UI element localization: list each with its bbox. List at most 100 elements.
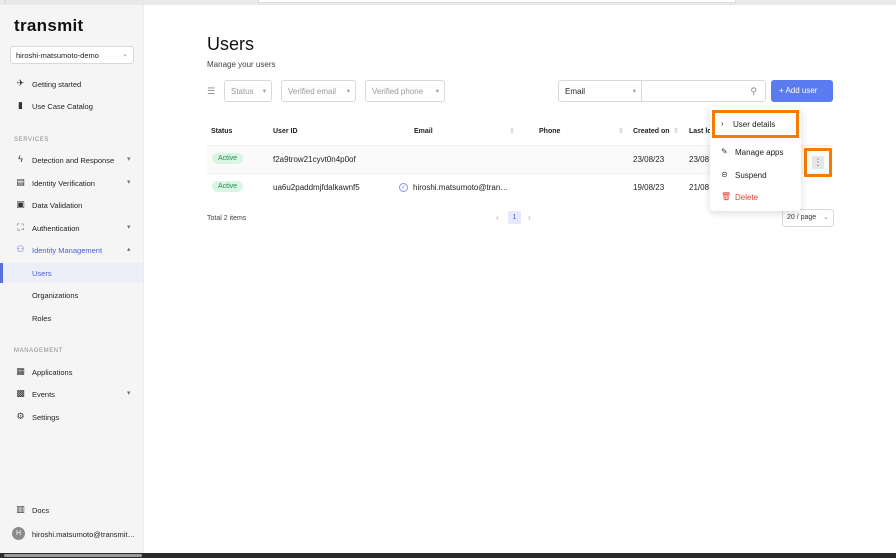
total-items: Total 2 items bbox=[207, 215, 247, 222]
chevron-down-icon: ⌄ bbox=[122, 51, 128, 58]
sidebar-item-identity-verification[interactable]: ▤ Identity Verification ▾ bbox=[0, 173, 143, 193]
sidebar-item-label: Detection and Response bbox=[32, 156, 115, 165]
window-bottom-bar bbox=[0, 553, 896, 558]
email-cell: hiroshi.matsumoto@tran… bbox=[413, 183, 509, 192]
pagination-page[interactable]: 1 bbox=[508, 211, 521, 224]
menu-item-delete[interactable]: 🗑 Delete bbox=[710, 186, 801, 208]
app-window: transmit hiroshi-matsumoto-demo ⌄ ✈ Gett… bbox=[0, 5, 896, 553]
page-subtitle: Manage your users bbox=[207, 60, 276, 69]
data-icon: ▣ bbox=[16, 199, 25, 209]
chevron-down-icon: ▾ bbox=[127, 390, 131, 397]
chevron-down-icon: ▾ bbox=[262, 88, 266, 95]
chevron-down-icon: ▾ bbox=[346, 88, 350, 95]
sort-icon[interactable]: ⇳ bbox=[618, 127, 624, 135]
sidebar-item-label: Events bbox=[32, 390, 55, 399]
sidebar-item-label: Roles bbox=[32, 314, 52, 323]
chevron-down-icon: ▾ bbox=[127, 179, 131, 186]
row-actions-highlight[interactable]: ⋮ bbox=[804, 148, 832, 177]
bolt-icon: ϟ bbox=[18, 154, 23, 164]
menu-item-user-details[interactable]: › User details bbox=[712, 110, 799, 138]
sidebar-item-label: Getting started bbox=[32, 80, 82, 89]
menu-item-suspend[interactable]: ⊝ Suspend bbox=[710, 164, 801, 186]
chevron-left-icon[interactable]: ‹ bbox=[496, 213, 499, 222]
id-card-icon: ▤ bbox=[16, 177, 25, 187]
user-email[interactable]: hiroshi.matsumoto@transmit… bbox=[32, 530, 137, 539]
chevron-up-icon: ▴ bbox=[127, 246, 131, 253]
sidebar-item-identity-management[interactable]: ⚇ Identity Management ▴ bbox=[0, 240, 143, 260]
page-size-label: 20 / page bbox=[787, 214, 817, 221]
search-icon[interactable]: ⚲ bbox=[750, 86, 757, 97]
chevron-right-icon[interactable]: › bbox=[528, 213, 531, 222]
settings-icon: ⚙ bbox=[16, 411, 25, 421]
search-input[interactable]: ⚲ bbox=[642, 80, 766, 102]
sidebar-item-settings[interactable]: ⚙ Settings bbox=[0, 407, 143, 427]
sidebar-item-getting-started[interactable]: ✈ Getting started bbox=[0, 74, 143, 94]
tenant-name: hiroshi-matsumoto-demo bbox=[16, 51, 99, 60]
column-header-last-login[interactable]: Last lo bbox=[689, 128, 712, 135]
menu-item-label: Manage apps bbox=[735, 148, 784, 157]
column-header-created-on[interactable]: Created on bbox=[633, 128, 670, 135]
status-filter-label: Status bbox=[231, 87, 254, 96]
last-login-cell: 23/08 bbox=[689, 155, 710, 164]
trash-icon: 🗑 bbox=[721, 192, 732, 201]
column-header-phone[interactable]: Phone bbox=[539, 128, 560, 135]
people-icon: ⚇ bbox=[16, 244, 25, 254]
add-user-button[interactable]: + Add user bbox=[771, 80, 833, 102]
row-actions-menu: › User details ✎ Manage apps ⊝ Suspend 🗑… bbox=[710, 107, 801, 211]
horizontal-scrollbar[interactable] bbox=[4, 554, 142, 557]
created-on-cell: 19/08/23 bbox=[633, 183, 665, 192]
sort-icon[interactable]: ⇳ bbox=[673, 127, 679, 135]
sidebar-item-events[interactable]: ▩ Events ▾ bbox=[0, 384, 143, 404]
menu-item-label: User details bbox=[733, 120, 776, 129]
sidebar: transmit hiroshi-matsumoto-demo ⌄ ✈ Gett… bbox=[0, 5, 144, 553]
sidebar-item-label: Settings bbox=[32, 413, 60, 422]
menu-item-label: Delete bbox=[735, 193, 759, 202]
sidebar-item-organizations[interactable]: Organizations bbox=[0, 285, 143, 305]
status-filter[interactable]: Status ▾ bbox=[224, 80, 272, 102]
sidebar-item-label: Users bbox=[32, 269, 52, 278]
sidebar-item-applications[interactable]: ▦ Applications bbox=[0, 362, 143, 382]
column-header-user-id[interactable]: User ID bbox=[273, 128, 298, 135]
sidebar-item-label: Identity Management bbox=[32, 246, 103, 255]
avatar[interactable]: H bbox=[12, 527, 25, 540]
chevron-down-icon: ⌄ bbox=[823, 214, 829, 221]
sidebar-item-label: Identity Verification bbox=[32, 179, 95, 188]
sidebar-item-use-case-catalog[interactable]: ▮ Use Case Catalog bbox=[0, 96, 143, 116]
sidebar-item-docs[interactable]: ▥ Docs bbox=[0, 500, 143, 520]
column-header-email[interactable]: Email bbox=[414, 128, 433, 135]
verified-email-filter[interactable]: Verified email ▾ bbox=[281, 80, 356, 102]
page-size-select[interactable]: 20 / page ⌄ bbox=[782, 209, 834, 227]
pencil-icon: ✎ bbox=[721, 147, 728, 156]
chevron-down-icon: ▾ bbox=[127, 156, 131, 163]
tenant-selector[interactable]: hiroshi-matsumoto-demo ⌄ bbox=[10, 46, 134, 64]
sort-icon[interactable]: ⇳ bbox=[509, 127, 515, 135]
search-field-select[interactable]: Email ▾ bbox=[558, 80, 642, 102]
suspend-icon: ⊝ bbox=[721, 170, 728, 179]
sidebar-item-users[interactable]: Users bbox=[0, 263, 143, 283]
status-badge: Active bbox=[212, 153, 244, 164]
sidebar-item-data-validation[interactable]: ▣ Data Validation bbox=[0, 195, 143, 215]
menu-item-manage-apps[interactable]: ✎ Manage apps bbox=[710, 141, 801, 163]
more-actions-icon[interactable]: ⋮ bbox=[812, 156, 824, 169]
sidebar-item-roles[interactable]: Roles bbox=[0, 308, 143, 328]
docs-icon: ▥ bbox=[16, 504, 25, 514]
sidebar-item-label: Use Case Catalog bbox=[32, 102, 93, 111]
transmit-logo: transmit bbox=[14, 16, 84, 35]
filter-icon[interactable]: ☰ bbox=[207, 86, 215, 97]
apps-icon: ▦ bbox=[16, 366, 25, 376]
chevron-down-icon: ▾ bbox=[632, 88, 636, 95]
column-header-status[interactable]: Status bbox=[211, 128, 232, 135]
sidebar-item-detection-and-response[interactable]: ϟ Detection and Response ▾ bbox=[0, 150, 143, 170]
menu-item-label: Suspend bbox=[735, 171, 767, 180]
verified-phone-filter[interactable]: Verified phone ▾ bbox=[365, 80, 445, 102]
chevron-right-icon: › bbox=[721, 119, 724, 128]
sidebar-item-label: Docs bbox=[32, 506, 50, 515]
rocket-icon: ✈ bbox=[16, 78, 25, 88]
created-on-cell: 23/08/23 bbox=[633, 155, 665, 164]
top-bar-segment bbox=[258, 0, 736, 3]
section-title-management: MANAGEMENT bbox=[14, 348, 64, 354]
section-title-services: SERVICES bbox=[14, 137, 50, 143]
sidebar-item-label: Authentication bbox=[32, 224, 80, 233]
sidebar-item-authentication[interactable]: ⛶ Authentication ▾ bbox=[0, 218, 143, 238]
sidebar-item-label: Applications bbox=[32, 368, 73, 377]
